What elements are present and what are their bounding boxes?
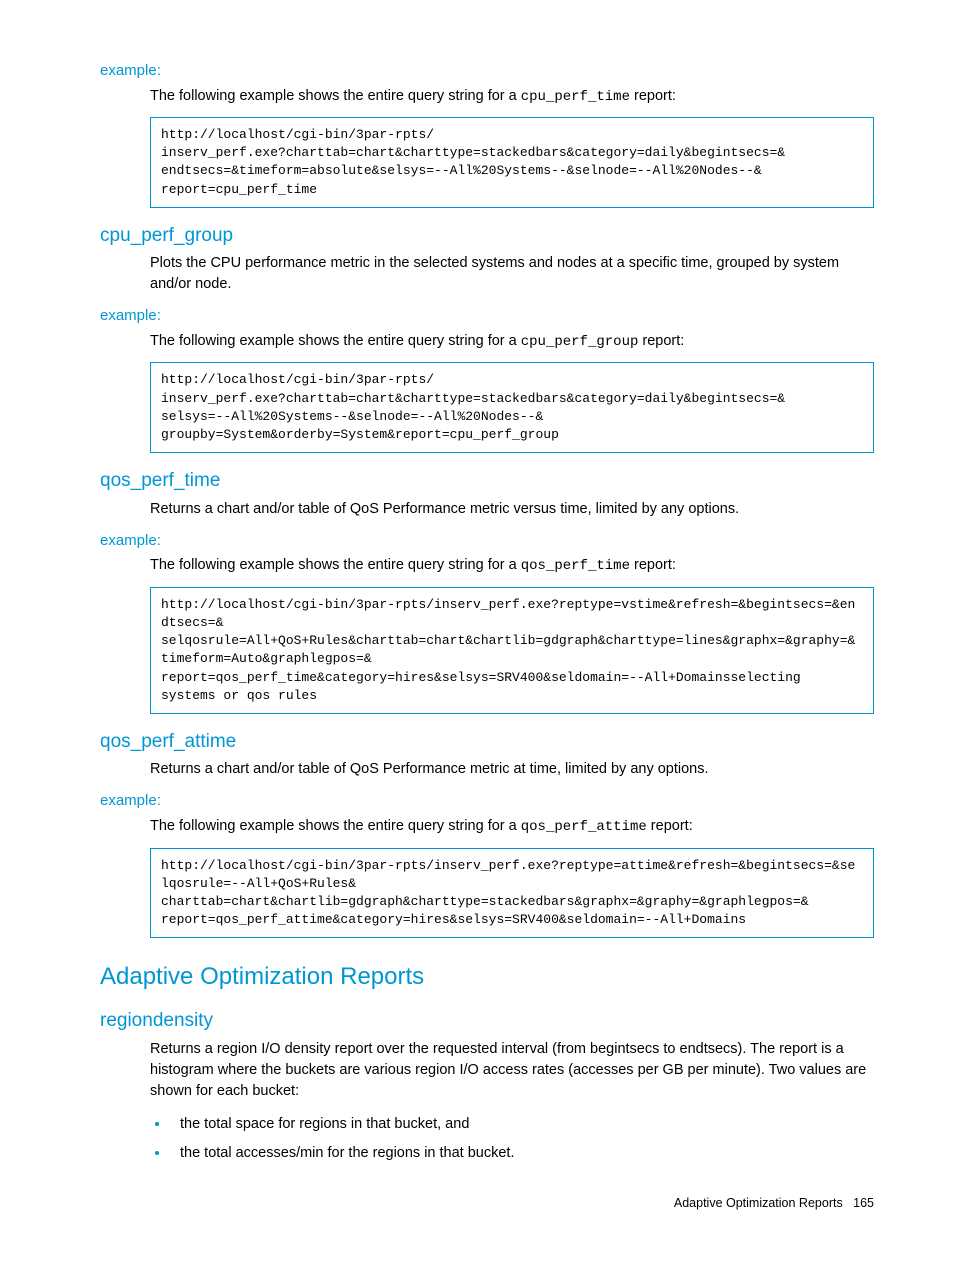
heading-qos-perf-attime: qos_perf_attime [100, 728, 874, 756]
intro-code: qos_perf_attime [521, 819, 647, 835]
intro-pre: The following example shows the entire q… [150, 88, 521, 104]
desc-text: Returns a chart and/or table of QoS Perf… [150, 759, 874, 780]
example-label: example: [100, 60, 874, 82]
code-block: http://localhost/cgi-bin/3par-rpts/ inse… [150, 362, 874, 453]
intro-code: cpu_perf_time [521, 89, 630, 105]
code-block: http://localhost/cgi-bin/3par-rpts/ inse… [150, 117, 874, 208]
footer-page: 165 [853, 1196, 874, 1210]
intro-code: qos_perf_time [521, 558, 630, 574]
example-intro: The following example shows the entire q… [150, 555, 874, 576]
list-item: the total accesses/min for the regions i… [170, 1141, 874, 1164]
example-label: example: [100, 790, 874, 812]
example-intro: The following example shows the entire q… [150, 331, 874, 352]
page-footer: Adaptive Optimization Reports 165 [100, 1194, 874, 1212]
intro-pre: The following example shows the entire q… [150, 557, 521, 573]
example-label: example: [100, 530, 874, 552]
heading-cpu-perf-group: cpu_perf_group [100, 222, 874, 250]
desc-text: Returns a chart and/or table of QoS Perf… [150, 499, 874, 520]
bullet-list: the total space for regions in that buck… [170, 1112, 874, 1164]
code-block: http://localhost/cgi-bin/3par-rpts/inser… [150, 587, 874, 714]
intro-pre: The following example shows the entire q… [150, 818, 521, 834]
code-block: http://localhost/cgi-bin/3par-rpts/inser… [150, 848, 874, 939]
list-item: the total space for regions in that buck… [170, 1112, 874, 1135]
intro-pre: The following example shows the entire q… [150, 333, 521, 349]
intro-post: report: [630, 88, 676, 104]
footer-title: Adaptive Optimization Reports [674, 1196, 843, 1210]
intro-post: report: [630, 557, 676, 573]
heading-regiondensity: regiondensity [100, 1007, 874, 1035]
heading-adaptive-optimization-reports: Adaptive Optimization Reports [100, 960, 874, 995]
intro-post: report: [647, 818, 693, 834]
intro-code: cpu_perf_group [521, 334, 639, 350]
heading-qos-perf-time: qos_perf_time [100, 467, 874, 495]
example-label: example: [100, 305, 874, 327]
desc-text: Returns a region I/O density report over… [150, 1039, 874, 1102]
example-intro: The following example shows the entire q… [150, 816, 874, 837]
intro-post: report: [638, 333, 684, 349]
desc-text: Plots the CPU performance metric in the … [150, 253, 874, 295]
example-intro: The following example shows the entire q… [150, 86, 874, 107]
